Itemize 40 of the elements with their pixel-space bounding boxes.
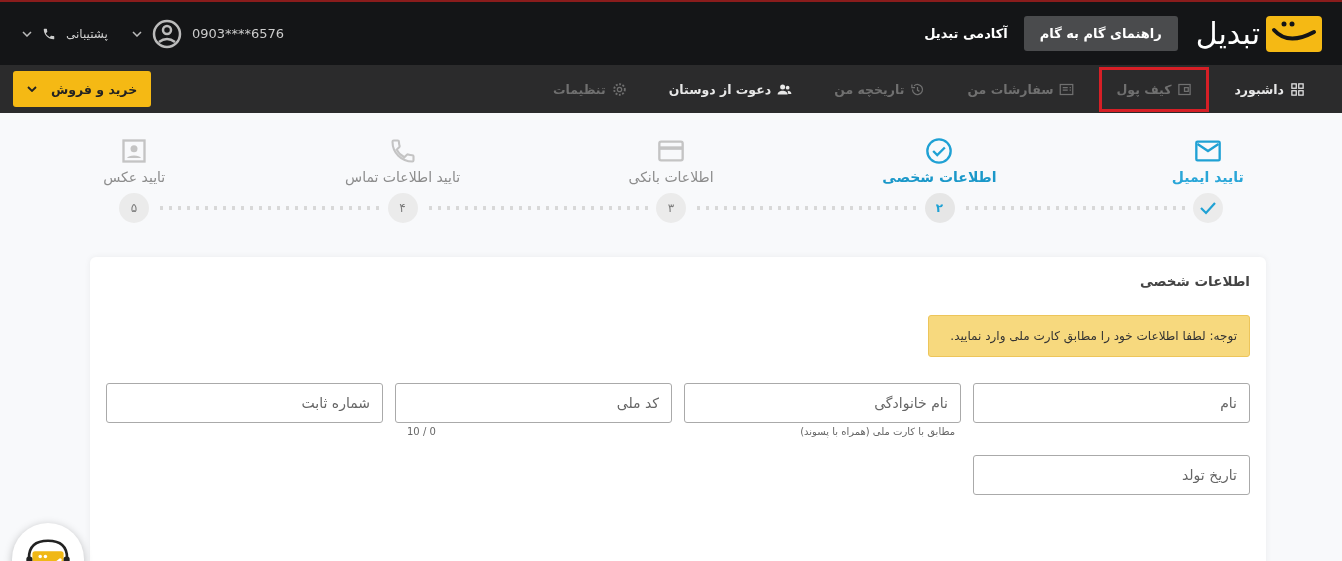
input-field[interactable]: نام [973, 383, 1250, 423]
step-label: تایید عکس [103, 169, 166, 185]
trade-dropdown-button[interactable]: خرید و فروش [13, 71, 152, 107]
input-field[interactable]: تاریخ تولد [973, 455, 1250, 495]
nav-item[interactable]: دعوت از دوستان [651, 66, 810, 112]
history-icon [910, 81, 926, 97]
settings-icon [611, 81, 627, 97]
avatar-icon[interactable] [151, 18, 182, 49]
step-label: تایید اطلاعات تماس [345, 169, 461, 185]
notice-alert: توجه: لطفا اطلاعات خود را مطابق کارت ملی وارد نمایید. [928, 315, 1250, 357]
step-label: اطلاعات شخصی [882, 169, 997, 185]
logo-text[interactable]: تبدیل [1195, 16, 1260, 51]
phone-number[interactable]: 0903****6576 [191, 26, 285, 41]
step-indicator: ۲ [924, 193, 955, 223]
step-label: اطلاعات بانکی [628, 169, 714, 185]
character-counter: 10 / 0 [407, 425, 436, 437]
chevron-down-icon [27, 86, 37, 92]
receipt-icon [1059, 81, 1075, 97]
input-field[interactable]: شماره ثابت [106, 383, 383, 423]
input-field[interactable]: کد ملی [395, 383, 672, 423]
step-label: تایید ایمیل [1171, 169, 1244, 185]
academy-link[interactable]: آکادمی تبدیل [924, 26, 1008, 41]
grid-icon [1290, 81, 1305, 97]
field-hint: مطابق با کارت ملی (همراه با پسوند) [799, 425, 956, 437]
check-circle-icon [925, 137, 954, 165]
wallet-icon [1177, 81, 1193, 97]
input-field[interactable]: نام خانوادگی [684, 383, 961, 423]
support-link[interactable]: پشتیبانی [66, 26, 108, 41]
chevron-down-icon[interactable] [131, 30, 142, 37]
phone-icon [388, 137, 417, 165]
chevron-down-icon[interactable] [22, 30, 32, 37]
portrait-icon [120, 137, 149, 165]
step-indicator: ۵ [119, 193, 149, 223]
logo-icon [1266, 15, 1322, 52]
nav-item[interactable]: داشبورد [1217, 66, 1322, 112]
guide-button[interactable]: راهنمای گام به گام [1023, 16, 1178, 51]
card-title: اطلاعات شخصی [1138, 273, 1250, 289]
phone-icon [42, 26, 56, 41]
step-indicator: ۳ [656, 193, 686, 223]
step-indicator: ۴ [387, 193, 418, 223]
